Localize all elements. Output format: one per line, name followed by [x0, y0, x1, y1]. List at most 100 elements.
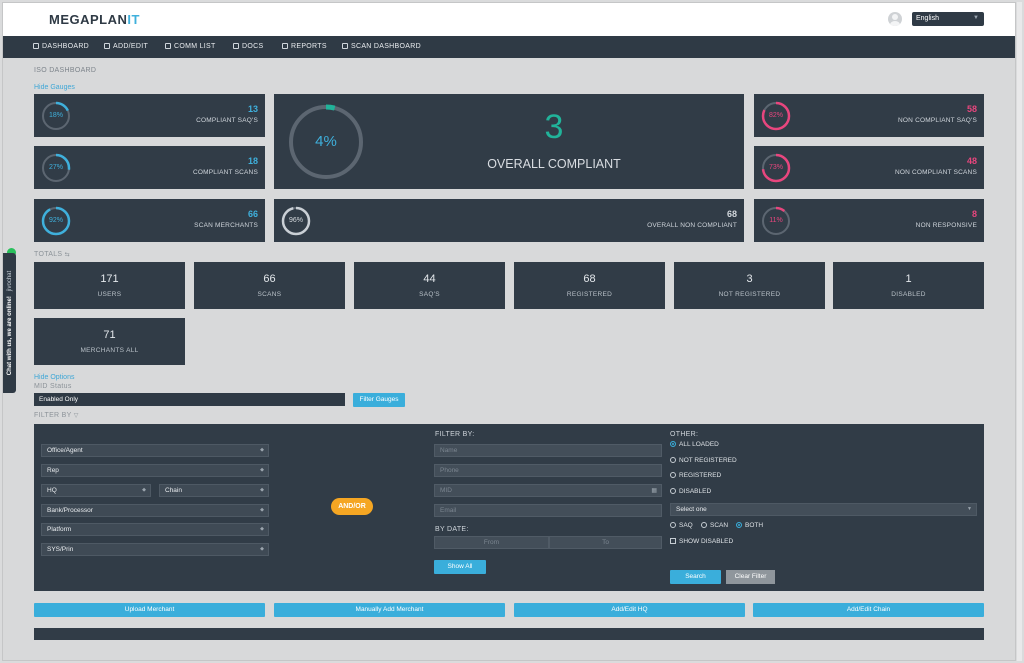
select-value: Office/Agent	[47, 447, 83, 454]
name-input[interactable]: Name	[434, 444, 662, 457]
hide-gauges-link[interactable]: Hide Gauges	[34, 84, 75, 91]
radio-icon	[670, 457, 676, 463]
filter-by-label: FILTER BY ▽	[34, 412, 79, 419]
and-or-toggle[interactable]: AND/OR	[331, 498, 373, 515]
radio-scan[interactable]: SCAN	[701, 522, 728, 529]
radio-icon	[701, 522, 707, 528]
email-input[interactable]: Email	[434, 504, 662, 517]
total-label: DISABLED	[891, 291, 926, 298]
mid-status-select[interactable]: Enabled Only	[34, 393, 345, 406]
chat-widget-text: Chat with us, we are online! jivochat	[7, 271, 13, 375]
logo[interactable]: MEGAPLANIT	[49, 12, 140, 27]
radio-label: SAQ	[679, 522, 693, 529]
gauge-percent: 82%	[768, 112, 783, 119]
radio-label: DISABLED	[679, 488, 712, 495]
select-value: Chain	[165, 487, 182, 494]
show-all-button[interactable]: Show All	[434, 560, 486, 574]
radio-both[interactable]: BOTH	[736, 522, 763, 529]
total-label: SAQ'S	[419, 291, 440, 298]
nav-label: COMM LIST	[174, 43, 216, 50]
select-value: Select one	[676, 506, 707, 513]
gauge-card-overall-compliant: 4% 3 OVERALL COMPLIANT	[274, 94, 744, 189]
rep-select[interactable]: Rep ◆	[41, 464, 269, 477]
chevron-updown-icon: ◆	[142, 487, 146, 493]
add-edit-hq-button[interactable]: Add/Edit HQ	[514, 603, 745, 617]
select-value: HQ	[47, 487, 57, 494]
date-to-input[interactable]: To	[549, 536, 662, 549]
total-card-scans: 66 SCANS	[194, 262, 345, 309]
select-value: Rep	[47, 467, 59, 474]
radio-disabled[interactable]: DISABLED	[670, 488, 711, 495]
date-from-input[interactable]: From	[434, 536, 549, 549]
by-date-label: BY DATE:	[435, 526, 469, 533]
nav-comm-list[interactable]: COMM LIST	[165, 43, 216, 50]
radio-registered[interactable]: REGISTERED	[670, 472, 721, 479]
radio-label: REGISTERED	[679, 472, 722, 479]
scrollbar[interactable]	[1017, 2, 1022, 661]
checkbox-label: SHOW DISABLED	[679, 538, 734, 545]
radio-saq[interactable]: SAQ	[670, 522, 693, 529]
chevron-down-icon: ▼	[973, 15, 979, 21]
nav-add-edit[interactable]: ADD/EDIT	[104, 43, 148, 50]
pencil-icon	[104, 43, 110, 49]
add-edit-chain-button[interactable]: Add/Edit Chain	[753, 603, 984, 617]
phone-input[interactable]: Phone	[434, 464, 662, 477]
upload-merchant-button[interactable]: Upload Merchant	[34, 603, 265, 617]
filter-gauges-button[interactable]: Filter Gauges	[353, 393, 405, 407]
nav-dashboard[interactable]: DASHBOARD	[33, 43, 89, 50]
gauge-percent: 18%	[48, 112, 63, 119]
sys-prin-select[interactable]: SYS/Prin ◆	[41, 543, 269, 556]
office-agent-select[interactable]: Office/Agent ◆	[41, 444, 269, 457]
other-title: OTHER:	[670, 431, 699, 438]
overall-label: OVERALL COMPLIANT	[487, 157, 621, 171]
checkbox-icon	[282, 43, 288, 49]
chevron-updown-icon: ◆	[260, 526, 264, 532]
link-icon: ⇆	[64, 252, 70, 258]
hq-select[interactable]: HQ ◆	[41, 484, 151, 497]
browser-frame: MEGAPLANIT English ▼ DASHBOARD ADD/EDIT C…	[2, 2, 1016, 661]
radio-icon	[670, 488, 676, 494]
mid-input[interactable]: MID ▦	[434, 484, 662, 497]
nav-reports[interactable]: REPORTS	[282, 43, 327, 50]
comment-icon	[165, 43, 171, 49]
radio-all-loaded[interactable]: ALL LOADED	[670, 441, 719, 448]
radio-not-registered[interactable]: NOT REGISTERED	[670, 457, 737, 464]
nav-scan-dashboard[interactable]: SCAN DASHBOARD	[342, 43, 421, 50]
type-select[interactable]: Select one ▼	[670, 503, 977, 516]
main-nav: DASHBOARD ADD/EDIT COMM LIST DOCS REPORT…	[3, 36, 1015, 58]
chain-select[interactable]: Chain ◆	[159, 484, 269, 497]
gauge-count: 66	[247, 209, 258, 219]
language-select[interactable]: English ▼	[912, 12, 984, 26]
platform-select[interactable]: Platform ◆	[41, 523, 269, 536]
clear-filter-button[interactable]: Clear Filter	[726, 570, 775, 584]
radio-icon	[670, 522, 676, 528]
radio-icon	[670, 472, 676, 478]
gauge-label: SCAN MERCHANTS	[194, 222, 258, 229]
gauge-label: COMPLIANT SAQ'S	[196, 117, 258, 124]
bank-processor-select[interactable]: Bank/Processor ◆	[41, 504, 269, 517]
gauge-card-non-compliant-saqs: 82% 58 NON COMPLIANT SAQ'S	[754, 94, 984, 137]
radio-label: BOTH	[745, 522, 764, 529]
hide-options-link[interactable]: Hide Options	[34, 374, 74, 381]
total-value: 3	[746, 273, 753, 285]
total-card-merchants-all: 71 MERCHANTS ALL	[34, 318, 185, 365]
chat-widget-tab[interactable]: Chat with us, we are online! jivochat	[3, 253, 16, 393]
user-avatar-icon[interactable]	[888, 12, 902, 26]
gauge-percent: 27%	[48, 164, 63, 171]
top-header: MEGAPLANIT English ▼	[3, 3, 1015, 36]
search-button[interactable]: Search	[670, 570, 721, 584]
calendar-icon: ▦	[651, 488, 657, 494]
total-label: MERCHANTS ALL	[80, 347, 139, 354]
show-disabled-checkbox[interactable]: SHOW DISABLED	[670, 538, 733, 545]
select-value: SYS/Prin	[47, 546, 74, 553]
total-value: 1	[905, 273, 912, 285]
gauge-count: 18	[247, 156, 258, 166]
total-card-disabled: 1 DISABLED	[833, 262, 984, 309]
page-title: ISO DASHBOARD	[34, 67, 97, 74]
manually-add-merchant-button[interactable]: Manually Add Merchant	[274, 603, 505, 617]
gauge-label: OVERALL NON COMPLIANT	[647, 222, 737, 229]
total-card-registered: 68 REGISTERED	[514, 262, 665, 309]
total-value: 71	[103, 329, 116, 341]
nav-label: ADD/EDIT	[113, 43, 149, 50]
nav-docs[interactable]: DOCS	[233, 43, 263, 50]
